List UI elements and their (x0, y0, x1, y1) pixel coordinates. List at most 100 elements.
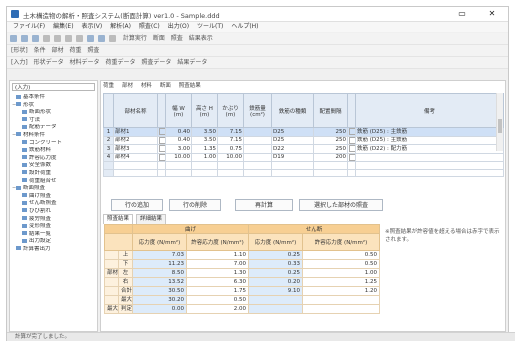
table-cell[interactable] (355, 168, 504, 177)
table-cell[interactable]: 250 (313, 127, 348, 137)
tree-item[interactable]: 変形照査 (12, 223, 97, 231)
table-cell[interactable]: D25 (271, 135, 314, 145)
tree-item[interactable]: 出力設定 (12, 238, 97, 246)
chevron-down-icon[interactable] (159, 136, 165, 144)
tree-item[interactable]: 計算書出力 (12, 246, 97, 254)
dropdown-cell[interactable] (157, 135, 166, 145)
toolbar-check-label[interactable]: 照査 (171, 33, 183, 44)
delete-icon[interactable] (109, 35, 116, 42)
scrollbar-thumb[interactable] (498, 119, 502, 133)
tree-item[interactable]: 安全係数 (12, 162, 97, 170)
tree-item[interactable]: 荷重組合せ (12, 178, 97, 186)
table-cell[interactable] (313, 168, 348, 177)
table-cell[interactable] (243, 168, 272, 177)
table-cell[interactable] (271, 161, 314, 170)
print-icon[interactable] (43, 35, 50, 42)
menu-analysis[interactable]: 解析(A) (110, 22, 131, 32)
chevron-down-icon[interactable] (159, 153, 165, 161)
table-cell[interactable]: D22 (271, 144, 314, 154)
table-row[interactable]: 4 部材4 10.00 1.00 10.00 D19 200 (103, 152, 504, 162)
close-icon[interactable]: ✕ (483, 8, 501, 20)
tab-result-detail[interactable]: 詳細結果 (135, 214, 166, 224)
toolbar-material-data[interactable]: 材料データ (70, 57, 100, 68)
table-row[interactable] (103, 168, 504, 177)
toolbar-result-label[interactable]: 結果表示 (189, 33, 213, 44)
table-cell[interactable]: 7.15 (217, 127, 244, 137)
paste-icon[interactable] (76, 35, 83, 42)
table-cell[interactable]: 10.00 (165, 152, 192, 162)
view-selector[interactable]: (入力) (12, 83, 95, 91)
table-cell[interactable] (243, 135, 272, 145)
tab-material[interactable]: 材料 (141, 82, 152, 90)
table-cell[interactable]: 7.15 (217, 135, 244, 145)
chevron-down-icon[interactable] (349, 145, 355, 152)
toolbar-section-label[interactable]: 断面 (153, 33, 165, 44)
toolbar-calc-label[interactable]: 計算実行 (123, 33, 147, 44)
tree-item[interactable]: 曲げ照査 (12, 193, 97, 201)
table-cell[interactable] (347, 161, 356, 170)
toolbar-condition-label[interactable]: 条件 (34, 45, 46, 56)
table-cell[interactable] (191, 161, 218, 170)
tab-check-result[interactable]: 照査結果 (179, 82, 201, 90)
copy-icon[interactable] (65, 35, 72, 42)
tab-section[interactable]: 断面 (160, 82, 171, 90)
table-cell[interactable]: 1.35 (191, 144, 218, 154)
table-cell[interactable]: D25 (271, 127, 314, 137)
table-cell[interactable]: 250 (313, 144, 348, 154)
tree-item[interactable]: 配筋データ (12, 124, 97, 132)
tree-item[interactable]: 疲労照査 (12, 216, 97, 224)
table-cell[interactable]: 鉄筋 (D22) : 配力筋 (355, 144, 504, 154)
tree-item[interactable]: コンクリート (12, 140, 97, 148)
table-cell[interactable] (355, 152, 504, 162)
menu-tools[interactable]: ツール(T) (197, 22, 223, 32)
table-cell[interactable] (165, 168, 192, 177)
delete-row-button[interactable]: 行の削除 (169, 199, 221, 211)
menu-output[interactable]: 出力(O) (168, 22, 189, 32)
table-cell[interactable]: 0.40 (165, 135, 192, 145)
table-cell[interactable] (157, 168, 166, 177)
table-cell[interactable] (355, 161, 504, 170)
chevron-down-icon[interactable] (159, 145, 165, 152)
menu-edit[interactable]: 編集(E) (53, 22, 73, 32)
table-row[interactable]: 3 部材3 3.00 1.35 0.75 D22 250 鉄筋 (D22) : 配力筋 (103, 144, 504, 154)
menu-check[interactable]: 照査(C) (139, 22, 160, 32)
dropdown-cell[interactable] (347, 144, 356, 154)
table-cell[interactable] (271, 168, 314, 177)
table-cell[interactable]: 3.00 (165, 144, 192, 154)
table-cell[interactable]: 部材2 (113, 135, 158, 145)
cut-icon[interactable] (54, 35, 61, 42)
table-row[interactable]: 2 部材2 0.40 3.50 7.15 D25 250 鉄筋 (D25) : 主鉄筋 (103, 135, 504, 145)
toolbar-load-label[interactable]: 荷重 (69, 45, 81, 56)
undo-icon[interactable] (87, 35, 94, 42)
table-cell[interactable] (217, 168, 244, 177)
chevron-down-icon[interactable] (159, 128, 165, 135)
table-cell[interactable]: 0.75 (217, 144, 244, 154)
table-cell[interactable]: 部材4 (113, 152, 158, 162)
dropdown-cell[interactable] (347, 135, 356, 145)
chevron-down-icon[interactable] (349, 136, 355, 144)
dropdown-cell[interactable] (347, 152, 356, 162)
table-row[interactable]: 1 部材1 0.40 3.50 7.15 D25 250 鉄筋 (D25) : 主鉄筋 (103, 127, 504, 137)
chevron-down-icon[interactable] (349, 128, 355, 135)
table-row[interactable] (103, 161, 504, 170)
dropdown-cell[interactable] (157, 152, 166, 162)
dropdown-cell[interactable] (157, 144, 166, 154)
table-cell[interactable] (217, 161, 244, 170)
tab-member[interactable]: 部材 (122, 82, 133, 90)
table-cell[interactable] (191, 168, 218, 177)
table-scrollbar[interactable] (496, 93, 503, 151)
table-cell[interactable] (157, 161, 166, 170)
table-cell[interactable]: 部材1 (113, 127, 158, 137)
tree-item[interactable]: 鉄筋材料 (12, 147, 97, 155)
tree-item[interactable]: 許容応力度 (12, 155, 97, 163)
table-cell[interactable]: 200 (313, 152, 348, 162)
tree-item[interactable]: 断面形状 (12, 109, 97, 117)
table-cell[interactable]: 0.40 (165, 127, 192, 137)
toolbar-result-data[interactable]: 結果データ (177, 57, 207, 68)
recalculate-button[interactable]: 再計算 (235, 199, 293, 211)
table-cell[interactable]: 3.50 (191, 127, 218, 137)
table-cell[interactable] (313, 161, 348, 170)
table-cell[interactable]: 鉄筋 (D25) : 主鉄筋 (355, 127, 504, 137)
table-cell[interactable]: 鉄筋 (D25) : 主鉄筋 (355, 135, 504, 145)
table-cell[interactable] (113, 168, 158, 177)
